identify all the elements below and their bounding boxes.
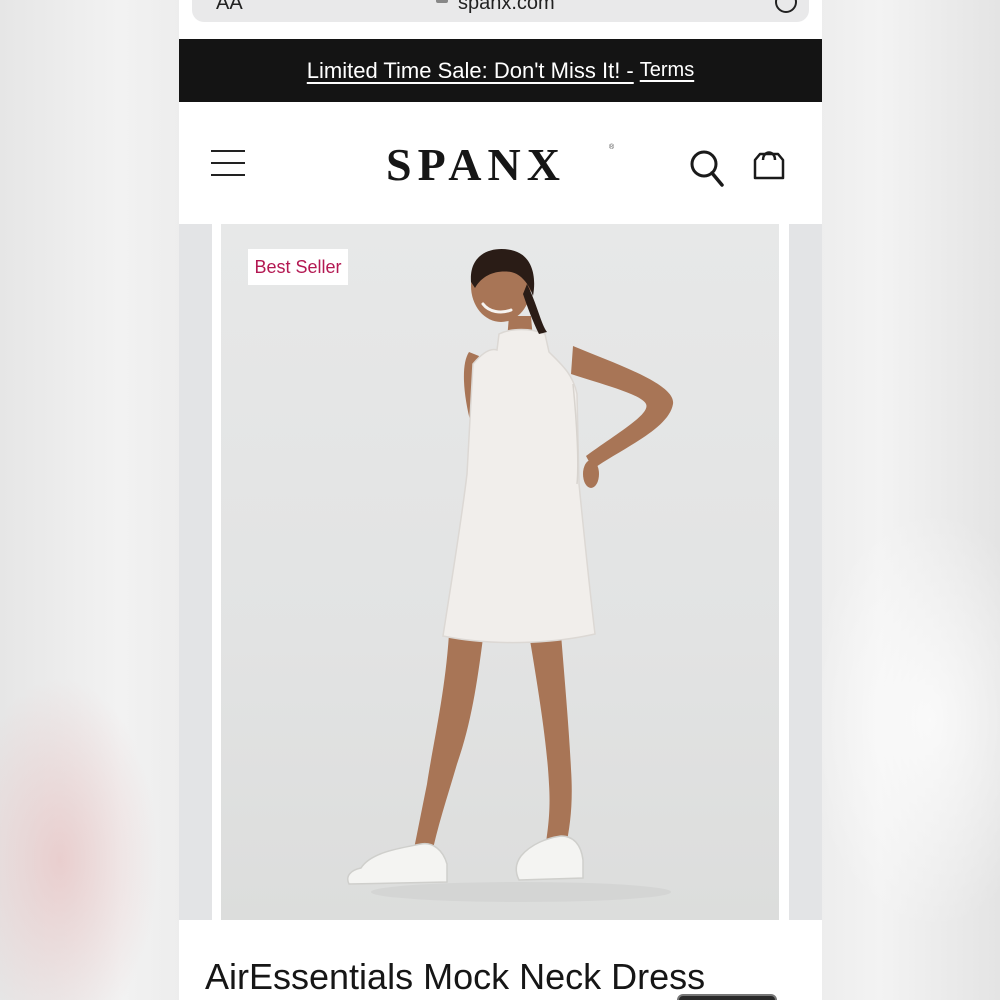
model-photo — [347, 249, 674, 902]
url-domain[interactable]: spanx.com — [458, 0, 555, 15]
reload-icon[interactable] — [775, 0, 797, 13]
terms-link[interactable]: Terms — [640, 59, 694, 82]
product-image[interactable]: Best Seller — [221, 224, 779, 920]
registered-mark: ® — [609, 144, 615, 151]
product-image-carousel[interactable]: Best Seller — [179, 224, 822, 922]
hamburger-menu-icon[interactable] — [211, 150, 245, 178]
lock-icon — [436, 0, 448, 3]
address-bar[interactable]: AA spanx.com — [192, 0, 809, 22]
best-seller-badge: Best Seller — [248, 249, 348, 285]
promo-banner: Limited Time Sale: Don't Miss It! - Term… — [179, 39, 822, 102]
next-image-peek[interactable] — [789, 224, 822, 920]
product-title: AirEssentials Mock Neck Dress — [205, 956, 706, 997]
search-icon[interactable] — [689, 148, 725, 188]
spanx-logo[interactable]: SPANX — [386, 138, 566, 191]
mobile-browser-screen: AA spanx.com Limited Time Sale: Don't Mi… — [179, 0, 822, 1000]
previous-image-peek[interactable] — [179, 224, 212, 920]
site-header: SPANX ® — [179, 102, 822, 225]
text-size-button[interactable]: AA — [216, 0, 243, 15]
floating-button[interactable] — [677, 994, 777, 1000]
promo-link[interactable]: Limited Time Sale: Don't Miss It! - — [307, 58, 634, 84]
shopping-bag-icon[interactable] — [751, 146, 787, 182]
product-info: AirEssentials Mock Neck Dress — [179, 922, 822, 1000]
